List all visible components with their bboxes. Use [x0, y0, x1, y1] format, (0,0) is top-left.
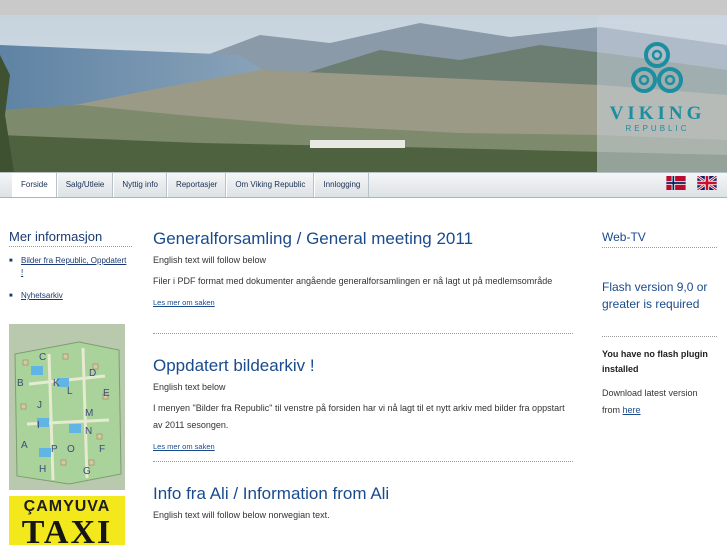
- map-letter: C: [39, 352, 46, 363]
- sidebar-links: Bilder fra Republic, Oppdatert ! Nyhetsa…: [9, 255, 129, 313]
- article-english-note: English text will follow below: [153, 255, 267, 265]
- article-english-note: English text will follow below norwegian…: [153, 510, 330, 520]
- no-flash-message: You have no flash plugin installed: [602, 349, 708, 374]
- main-menu: Forside Salg/Utleie Nyttig info Reportas…: [12, 173, 370, 197]
- map-letter: B: [17, 378, 24, 389]
- sidebar-divider: [9, 246, 132, 247]
- article-info-ali: Info fra Ali / Information from Ali Engl…: [153, 484, 573, 520]
- article-divider: [153, 333, 573, 334]
- map-letter: F: [99, 444, 105, 455]
- article-photo-archive: Oppdatert bildearkiv ! English text belo…: [153, 356, 573, 451]
- map-letter: J: [37, 400, 42, 411]
- article-english-note: English text below: [153, 382, 226, 392]
- article-title[interactable]: Generalforsamling / General meeting 2011: [153, 229, 573, 249]
- article-divider: [153, 461, 573, 462]
- map-letter: H: [39, 464, 46, 475]
- main-navbar: Forside Salg/Utleie Nyttig info Reportas…: [0, 172, 727, 198]
- nav-innlogging[interactable]: Innlogging: [314, 173, 370, 197]
- taxi-advert-line2: TAXI: [21, 514, 113, 545]
- web-tv-divider: [602, 247, 717, 248]
- link-bilder-fra-republic[interactable]: Bilder fra Republic, Oppdatert !: [21, 256, 126, 277]
- flash-required-title: Flash version 9,0 or greater is required: [602, 280, 708, 311]
- map-letter: A: [21, 440, 28, 451]
- article-general-meeting: Generalforsamling / General meeting 2011…: [153, 229, 573, 307]
- map-letter: O: [67, 444, 75, 455]
- map-letter: G: [83, 466, 91, 477]
- top-strip: [0, 0, 727, 15]
- nav-reportasjer[interactable]: Reportasjer: [166, 173, 227, 197]
- map-letter: D: [89, 368, 96, 379]
- link-nyhetsarkiv[interactable]: Nyhetsarkiv: [21, 291, 63, 300]
- map-letter: I: [37, 420, 40, 431]
- article-body: Filer i PDF format med dokumenter angåen…: [153, 276, 553, 286]
- map-letter: K: [53, 378, 60, 389]
- read-more-link[interactable]: Les mer om saken: [153, 442, 573, 451]
- map-letter: E: [103, 388, 110, 399]
- map-letter: L: [67, 386, 73, 397]
- flash-divider: [602, 336, 717, 337]
- site-map-image[interactable]: C B K L D J M E I N A P O F H G: [9, 324, 125, 490]
- norwegian-flag-icon[interactable]: [666, 176, 686, 190]
- nav-salg-utleie[interactable]: Salg/Utleie: [56, 173, 114, 197]
- triskele-logo-icon: [631, 42, 683, 93]
- brand-name: VIKING: [609, 103, 706, 124]
- download-here-link[interactable]: here: [623, 405, 641, 415]
- nav-forside[interactable]: Forside: [12, 173, 57, 197]
- article-title[interactable]: Oppdatert bildearkiv !: [153, 356, 573, 376]
- article-title[interactable]: Info fra Ali / Information from Ali: [153, 484, 573, 504]
- nav-om-viking-republic[interactable]: Om Viking Republic: [226, 173, 315, 197]
- read-more-link[interactable]: Les mer om saken: [153, 298, 573, 307]
- sidebar-link-item: Bilder fra Republic, Oppdatert !: [9, 255, 129, 279]
- web-tv-title: Web-TV: [602, 230, 646, 244]
- map-letter: P: [51, 444, 58, 455]
- map-letter: M: [85, 408, 93, 419]
- map-letter: N: [85, 426, 92, 437]
- brand-subtitle: REPUBLIC: [625, 124, 690, 133]
- download-text: Download latest version from: [602, 388, 698, 415]
- taxi-advert[interactable]: ÇAMYUVA TAXI: [9, 496, 125, 545]
- download-message: Download latest version from here: [602, 385, 717, 419]
- sidebar-link-item: Nyhetsarkiv: [9, 290, 129, 302]
- article-body: I menyen "Bilder fra Republic" til venst…: [153, 403, 565, 430]
- sidebar-title: Mer informasjon: [9, 229, 103, 244]
- nav-nyttig-info[interactable]: Nyttig info: [113, 173, 167, 197]
- uk-flag-icon[interactable]: [697, 176, 717, 190]
